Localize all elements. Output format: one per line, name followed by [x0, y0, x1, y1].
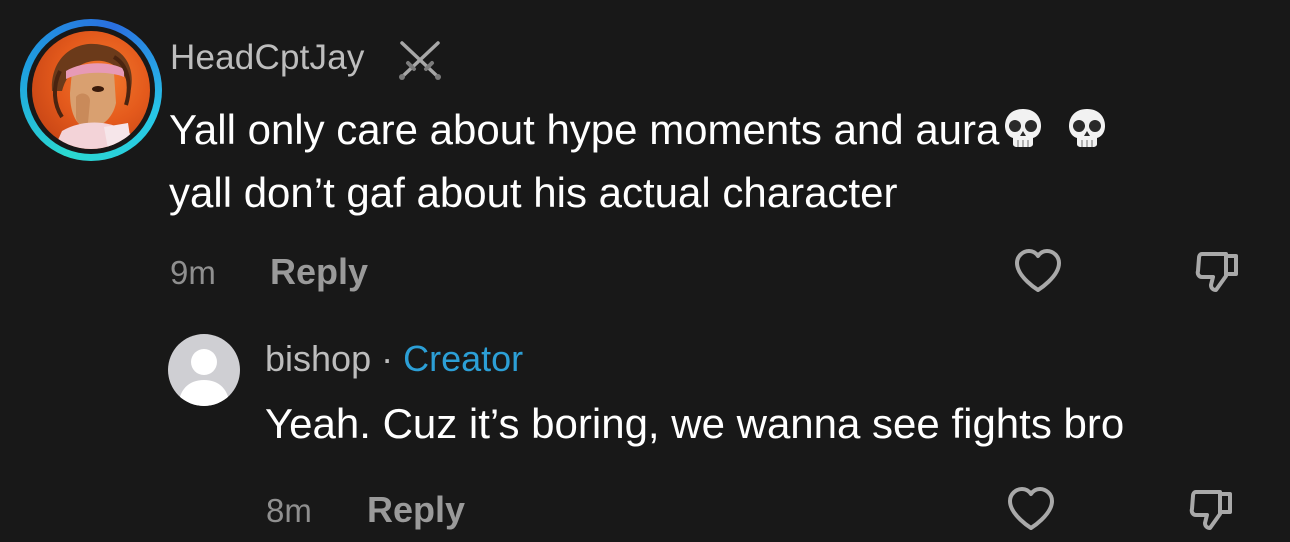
- thumbs-down-outline-icon[interactable]: [1186, 484, 1238, 536]
- crossed-swords-icon: [399, 41, 441, 80]
- separator-dot: ·: [381, 338, 394, 379]
- skull-icon: [1069, 109, 1106, 147]
- comment-text-line1: Yall only care about hype moments and au…: [169, 106, 1000, 153]
- avatar[interactable]: [32, 31, 150, 149]
- comment-timestamp: 9m: [170, 254, 216, 291]
- heart-outline-icon[interactable]: [1012, 246, 1064, 298]
- reply-reply-button[interactable]: Reply: [367, 489, 465, 531]
- reply-avatar[interactable]: [168, 334, 240, 406]
- thumbs-down-outline-icon[interactable]: [1192, 246, 1244, 298]
- comment-reply-button[interactable]: Reply: [270, 251, 368, 293]
- avatar-illustration: [51, 43, 132, 149]
- comment-text: Yall only care about hype moments and au…: [169, 98, 1249, 224]
- avatar-ring-gap: [27, 26, 155, 154]
- reply-timestamp: 8m: [266, 492, 312, 529]
- reply-text: Yeah. Cuz it’s boring, we wanna see figh…: [265, 400, 1125, 447]
- comment-username[interactable]: HeadCptJay: [170, 38, 365, 78]
- creator-badge: Creator: [403, 338, 524, 379]
- heart-outline-icon[interactable]: [1005, 484, 1057, 536]
- comment-text-line2: yall don’t gaf about his actual characte…: [169, 169, 898, 216]
- skull-icon: [1005, 109, 1042, 147]
- default-avatar-icon: [178, 349, 230, 406]
- reply-username-line: bishop · Creator: [265, 338, 523, 380]
- avatar-story-ring[interactable]: [20, 19, 162, 161]
- reply-username[interactable]: bishop: [265, 338, 371, 379]
